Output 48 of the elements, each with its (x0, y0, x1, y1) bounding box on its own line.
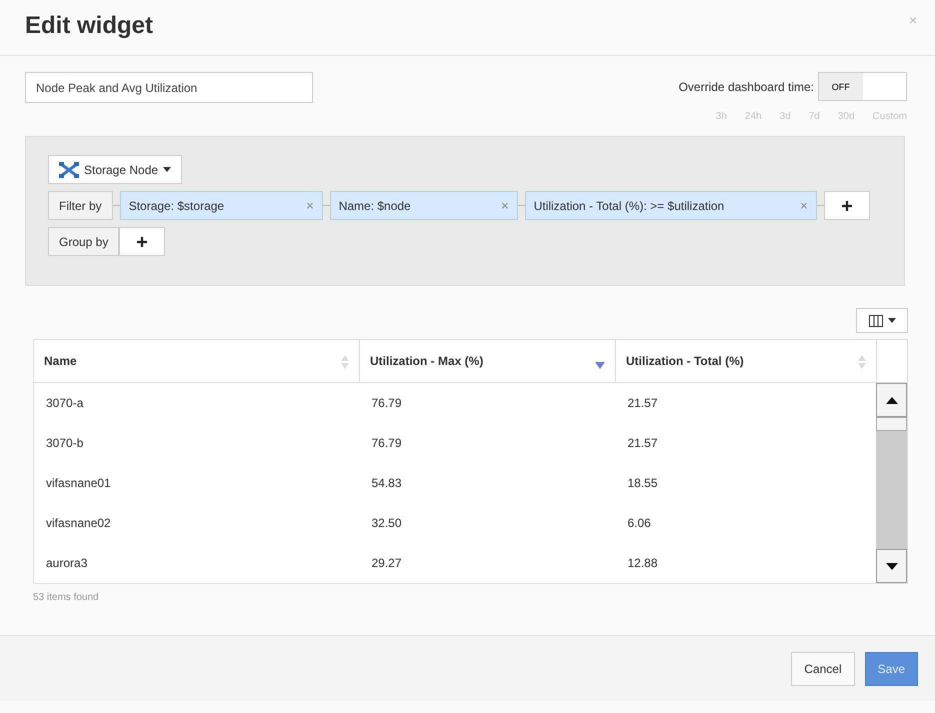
table-cell: 3070-a (46, 396, 84, 410)
table-cell: 18.55 (628, 476, 658, 490)
column-header[interactable]: Utilization - Max (%) (360, 340, 616, 382)
column-header[interactable]: Name (34, 340, 360, 382)
table-cell: 76.79 (372, 396, 402, 410)
scrollbar[interactable] (876, 383, 907, 583)
table-cell: 76.79 (372, 436, 402, 450)
table-cell: vifasnane01 (46, 476, 111, 490)
plus-icon (137, 236, 148, 246)
widget-name-field[interactable]: Node Peak and Avg Utilization (25, 72, 313, 103)
column-header[interactable]: Utilization - Total (%) (616, 340, 876, 382)
table-cell: 6.06 (628, 516, 651, 530)
add-group-button[interactable] (119, 227, 166, 256)
dialog-title: Edit widget (25, 12, 153, 40)
cancel-button[interactable]: Cancel (791, 652, 855, 686)
table-cell: 29.27 (372, 556, 402, 570)
table-cell: 54.83 (372, 476, 402, 490)
caret-icon (888, 318, 896, 323)
scroll-thumb[interactable] (876, 417, 907, 431)
table-cell: vifasnane02 (46, 516, 111, 530)
override-toggle[interactable]: OFF (818, 72, 907, 101)
filter-label: Storage: $storage (128, 198, 224, 212)
table-cell: 21.57 (628, 436, 658, 450)
filter-by-button[interactable]: Filter by (48, 191, 113, 220)
table-cell: 32.50 (372, 516, 402, 530)
columns-icon (868, 314, 882, 326)
items-count: 53 items found (33, 592, 100, 603)
table-cell: 21.57 (628, 396, 658, 410)
scroll-down-button[interactable] (876, 549, 907, 583)
override-label: Override dashboard time: (678, 80, 814, 94)
node-icon (59, 162, 79, 178)
filter-chip[interactable]: Utilization - Total (%): >= $utilization × (524, 191, 817, 220)
filter-chip[interactable]: Name: $node × (330, 191, 518, 220)
up-arrow-icon (886, 396, 898, 404)
table-cell: 3070-b (46, 436, 84, 450)
filter-label: Name: $node (338, 198, 411, 212)
add-filter-button[interactable] (824, 191, 870, 220)
columns-button[interactable] (856, 308, 908, 333)
filter-chip[interactable]: Storage: $storage × (120, 191, 323, 220)
filter-label: Utilization - Total (%): >= $utilization (534, 198, 724, 212)
table-cell: aurora3 (46, 556, 88, 570)
caret-icon (163, 167, 172, 172)
plus-icon (842, 200, 852, 210)
object-type-dropdown[interactable]: Storage Node (48, 155, 182, 184)
table-cell: 12.88 (628, 556, 658, 570)
group-by-button[interactable]: Group by (48, 227, 120, 256)
scroll-up-button[interactable] (876, 383, 907, 417)
down-arrow-icon (886, 562, 898, 570)
